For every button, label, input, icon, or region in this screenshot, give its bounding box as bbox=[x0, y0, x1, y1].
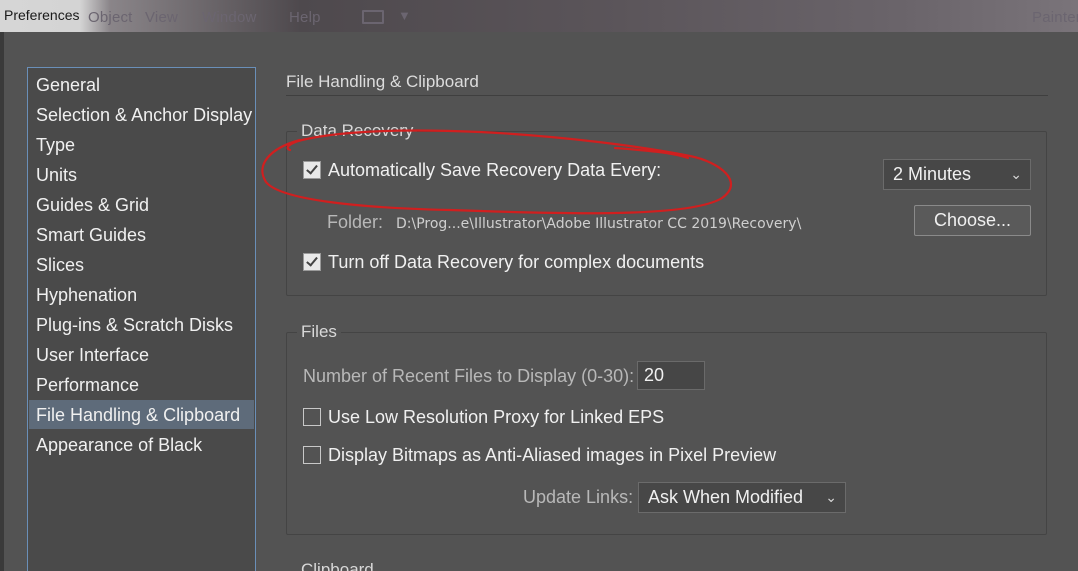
workspace-grid-icon bbox=[362, 10, 384, 24]
sidebar-item-smart-guides[interactable]: Smart Guides bbox=[29, 220, 254, 249]
recovery-interval-select[interactable]: 2 Minutes ⌄ bbox=[883, 159, 1031, 190]
auto-save-checkbox[interactable] bbox=[303, 161, 321, 179]
window-frame bbox=[0, 32, 4, 571]
data-recovery-label: Data Recovery bbox=[297, 121, 418, 141]
preferences-category-list[interactable]: General Selection & Anchor Display Type … bbox=[27, 67, 256, 571]
chevron-down-icon: ⌄ bbox=[825, 489, 837, 505]
bg-menu-object: Object bbox=[88, 9, 133, 26]
checkmark-icon bbox=[306, 254, 318, 267]
chevron-down-icon: ▼ bbox=[398, 8, 411, 23]
bg-menu-view: View bbox=[145, 9, 179, 26]
clipboard-label: Clipboard bbox=[297, 560, 378, 571]
checkmark-icon bbox=[306, 162, 318, 175]
sidebar-item-plugins-scratch-disks[interactable]: Plug-ins & Scratch Disks bbox=[29, 310, 254, 339]
sidebar-item-type[interactable]: Type bbox=[29, 130, 254, 159]
bg-menu-help: Help bbox=[289, 9, 321, 26]
bg-menu-window: Window bbox=[202, 9, 257, 26]
sidebar-item-guides-grid[interactable]: Guides & Grid bbox=[29, 190, 254, 219]
files-label: Files bbox=[297, 322, 341, 342]
complex-docs-checkbox[interactable] bbox=[303, 253, 321, 271]
sidebar-item-user-interface[interactable]: User Interface bbox=[29, 340, 254, 369]
sidebar-item-hyphenation[interactable]: Hyphenation bbox=[29, 280, 254, 309]
bg-menu-workspace: Painter bbox=[1032, 9, 1078, 26]
sidebar-item-selection-anchor-display[interactable]: Selection & Anchor Display bbox=[29, 100, 254, 129]
chevron-down-icon: ⌄ bbox=[1010, 166, 1022, 182]
folder-label: Folder: bbox=[327, 212, 384, 232]
title-bar: Preferences Object View Window Help ▼ Pa… bbox=[0, 0, 1078, 32]
auto-save-label: Automatically Save Recovery Data Every: bbox=[328, 160, 662, 180]
update-links-select[interactable]: Ask When Modified ⌄ bbox=[638, 482, 846, 513]
page-title: File Handling & Clipboard bbox=[286, 72, 479, 91]
low-res-proxy-label: Use Low Resolution Proxy for Linked EPS bbox=[328, 407, 665, 427]
sidebar-item-slices[interactable]: Slices bbox=[29, 250, 254, 279]
window-title: Preferences bbox=[4, 7, 80, 23]
sidebar-item-file-handling-clipboard[interactable]: File Handling & Clipboard bbox=[29, 400, 254, 429]
recent-files-input[interactable]: 20 bbox=[637, 361, 705, 390]
sidebar-item-appearance-of-black[interactable]: Appearance of Black bbox=[29, 430, 254, 459]
low-res-proxy-checkbox[interactable] bbox=[303, 408, 321, 426]
sidebar-item-performance[interactable]: Performance bbox=[29, 370, 254, 399]
recent-files-label: Number of Recent Files to Display (0-30)… bbox=[303, 366, 635, 386]
complex-docs-label: Turn off Data Recovery for complex docum… bbox=[328, 252, 705, 272]
recovery-folder-path: D:\Prog...e\Illustrator\Adobe Illustrato… bbox=[396, 216, 802, 232]
sidebar-item-units[interactable]: Units bbox=[29, 160, 254, 189]
sidebar-item-general[interactable]: General bbox=[29, 70, 254, 99]
update-links-label: Update Links: bbox=[523, 487, 634, 507]
choose-folder-button[interactable]: Choose... bbox=[914, 205, 1031, 236]
title-divider bbox=[286, 95, 1048, 96]
anti-aliased-checkbox[interactable] bbox=[303, 446, 321, 464]
anti-aliased-label: Display Bitmaps as Anti-Aliased images i… bbox=[328, 445, 777, 465]
